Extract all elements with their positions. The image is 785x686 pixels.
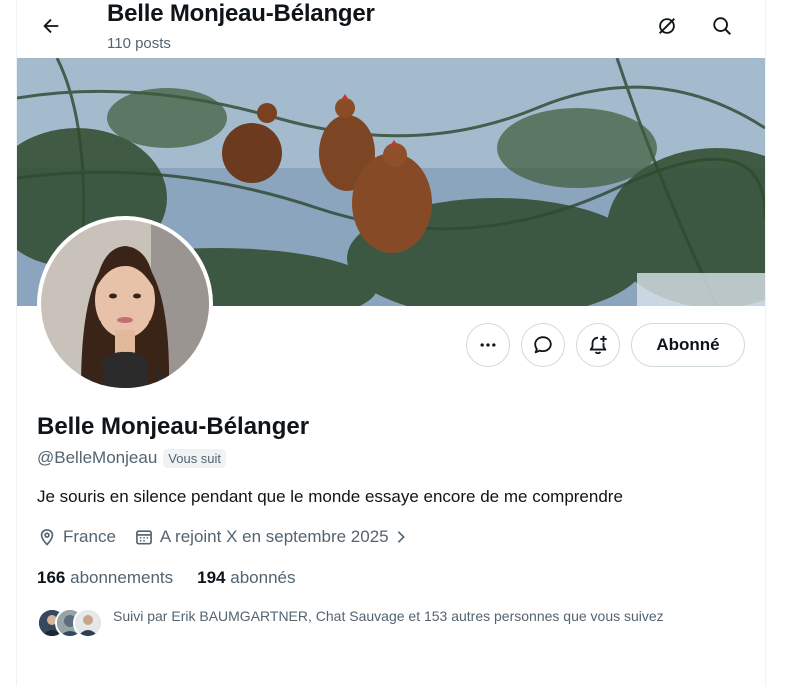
notify-button[interactable] — [576, 323, 620, 367]
grok-icon — [659, 18, 675, 34]
top-bar: Belle Monjeau-Bélanger 110 posts — [17, 0, 765, 58]
search-icon — [713, 17, 731, 35]
follows-you-badge: Vous suit — [163, 448, 227, 468]
search-button[interactable] — [704, 8, 740, 44]
followers-count: 194 — [197, 568, 226, 587]
avatar-image — [41, 220, 209, 388]
profile-display-name: Belle Monjeau-Bélanger — [37, 413, 310, 440]
following-count: 166 — [37, 568, 66, 587]
calendar-icon — [136, 530, 152, 545]
follow-counts: 166 abonnements 194 abonnés — [37, 568, 319, 588]
more-button[interactable] — [466, 323, 510, 367]
location-item: France — [37, 527, 116, 547]
handle-row: @BelleMonjeau Vous suit — [37, 448, 227, 468]
arrow-left-icon — [43, 18, 59, 34]
following-link[interactable]: 166 abonnements — [37, 568, 173, 588]
following-label: abonnements — [70, 568, 174, 587]
following-button[interactable]: Abonné — [631, 323, 745, 367]
profile-handle: @BelleMonjeau — [37, 448, 158, 467]
chevron-right-icon — [397, 531, 405, 543]
message-button[interactable] — [521, 323, 565, 367]
profile-avatar[interactable] — [37, 216, 213, 392]
more-icon — [480, 343, 496, 347]
joined-item[interactable]: A rejoint X en septembre 2025 — [134, 527, 409, 547]
joined-text: A rejoint X en septembre 2025 — [159, 527, 389, 546]
back-button[interactable] — [33, 8, 69, 44]
profile-column: Belle Monjeau-Bélanger 110 posts Abonné … — [16, 0, 766, 686]
followed-by-avatars — [37, 606, 103, 638]
bell-plus-icon — [589, 335, 607, 355]
followed-by[interactable]: Suivi par Erik BAUMGARTNER, Chat Sauvage… — [37, 606, 737, 638]
header-name: Belle Monjeau-Bélanger — [107, 0, 375, 27]
avatar — [73, 608, 103, 638]
profile-bio: Je souris en silence pendant que le mond… — [37, 487, 623, 506]
header-post-count: 110 posts — [107, 35, 171, 52]
location-pin-icon — [40, 529, 54, 546]
message-icon — [534, 336, 552, 354]
followers-link[interactable]: 194 abonnés — [197, 568, 295, 588]
grok-button[interactable] — [649, 8, 685, 44]
followed-by-text: Suivi par Erik BAUMGARTNER, Chat Sauvage… — [113, 608, 664, 624]
followers-label: abonnés — [230, 568, 296, 587]
profile-meta: France A rejoint X en septembre 2025 — [37, 527, 409, 547]
location-text: France — [63, 527, 116, 546]
